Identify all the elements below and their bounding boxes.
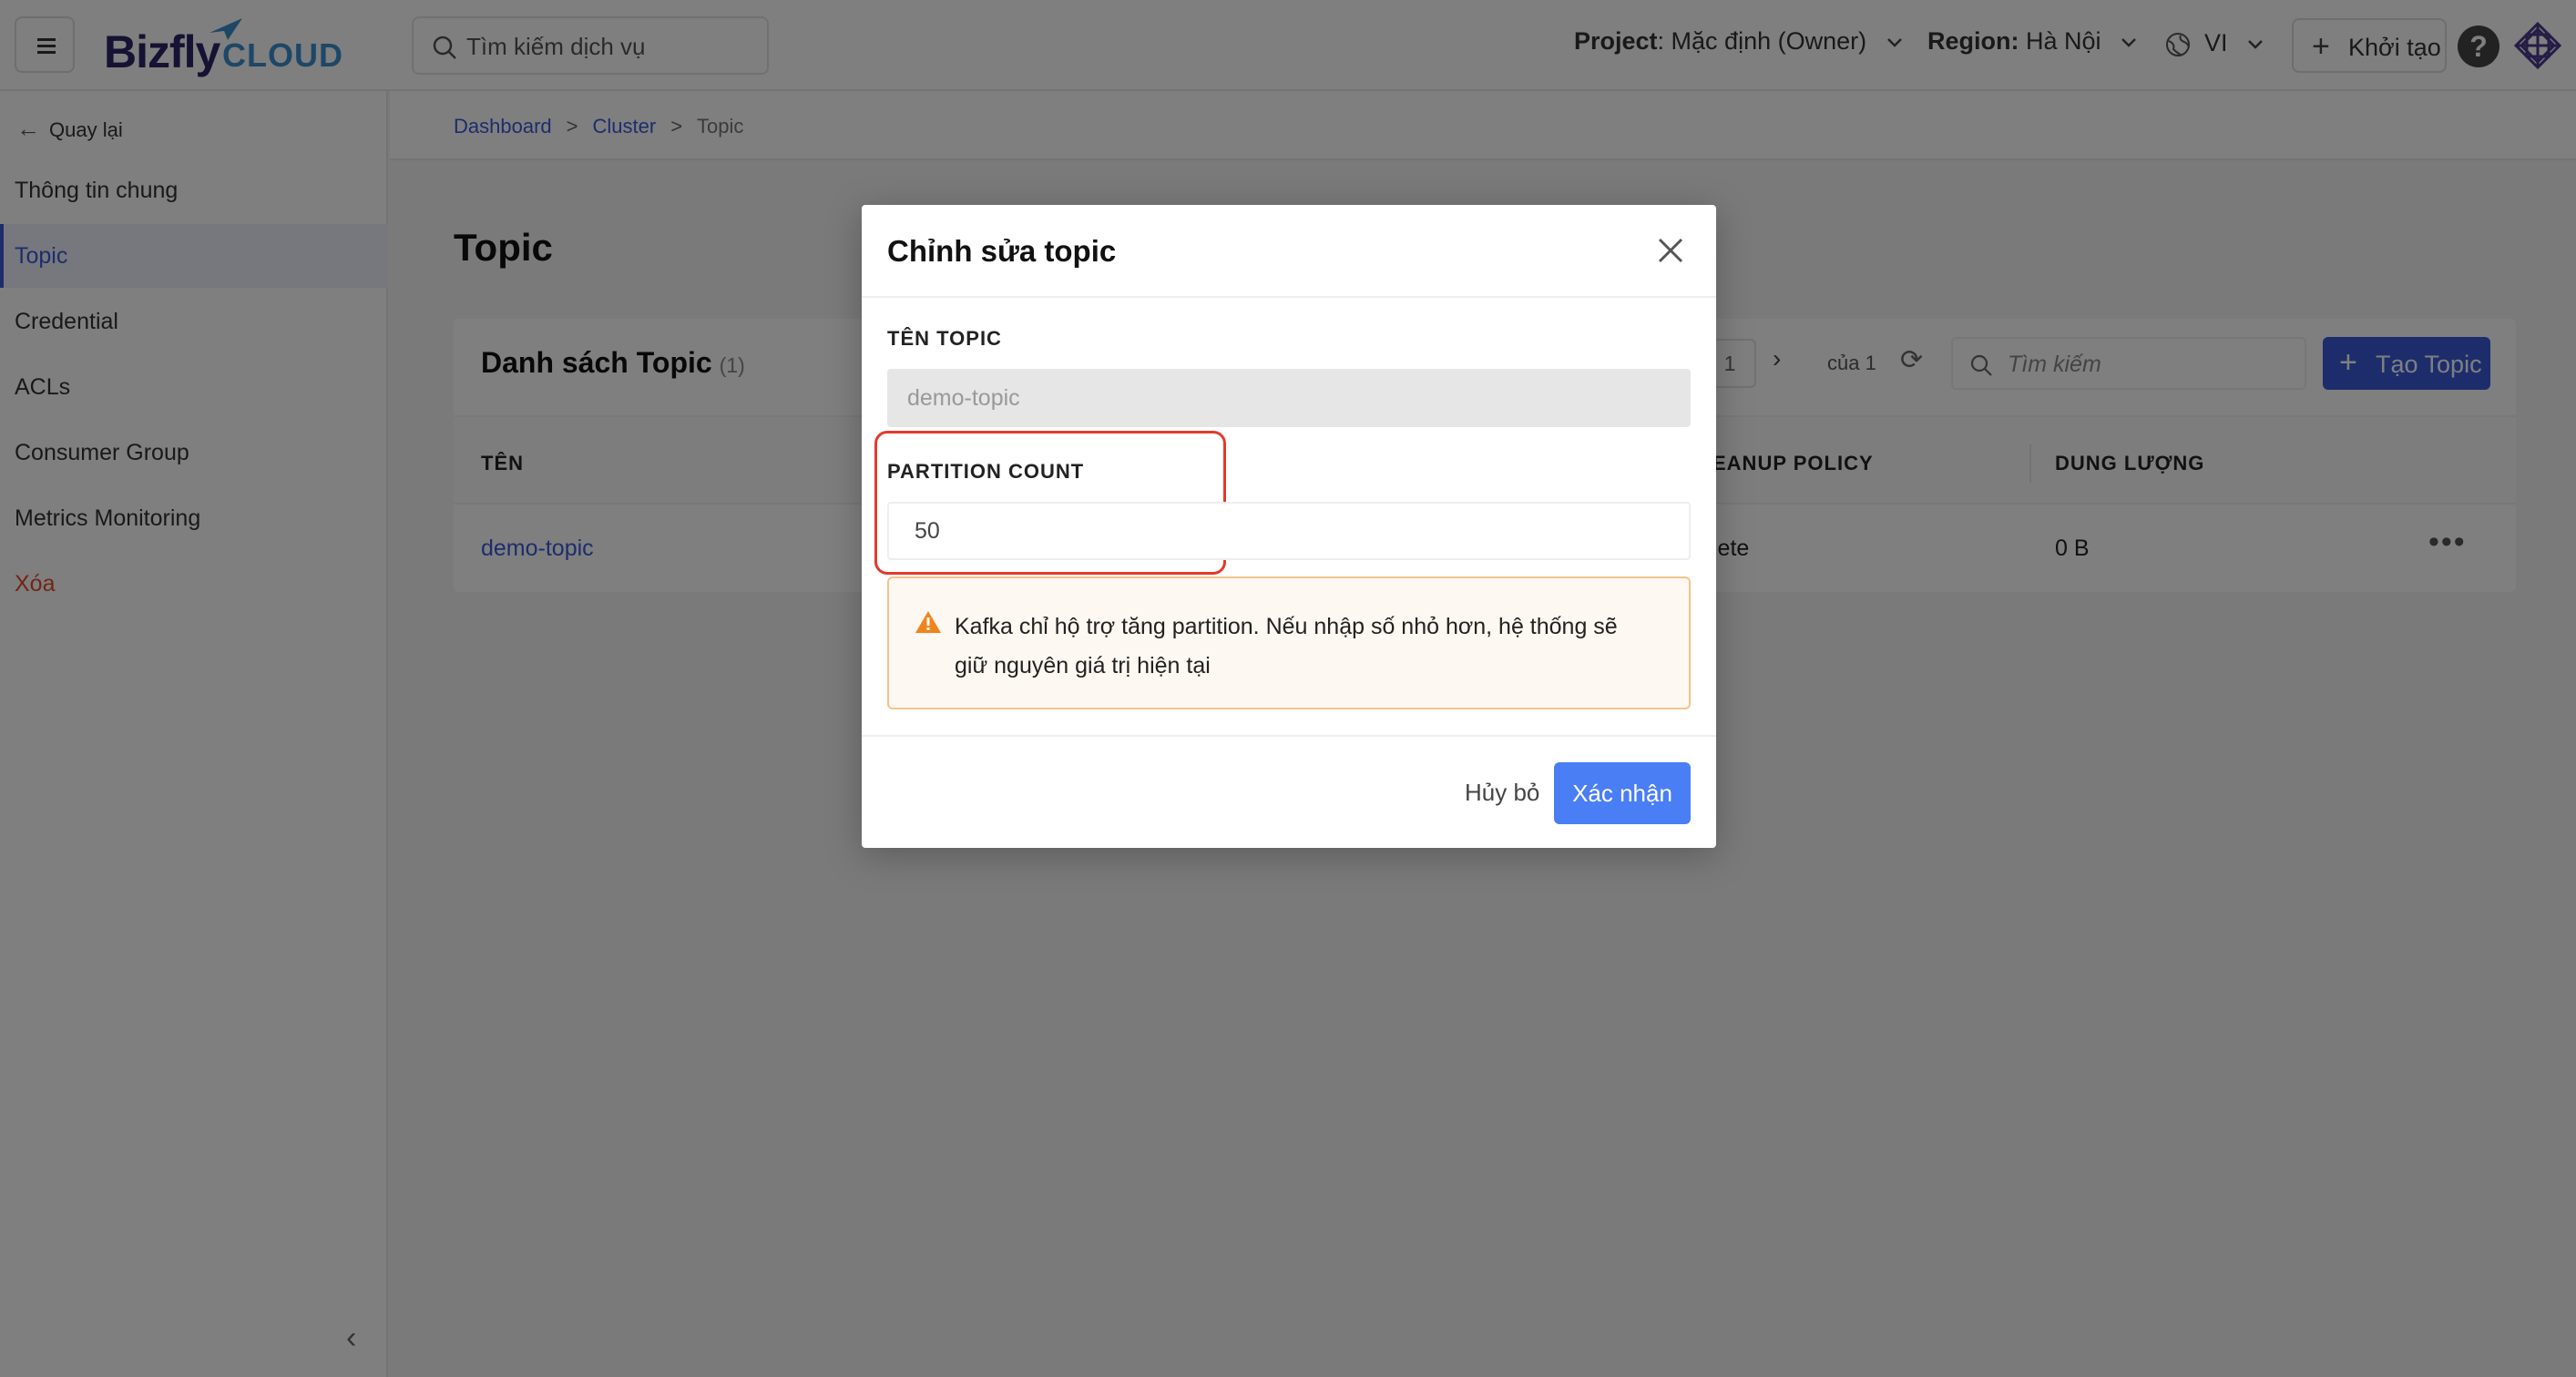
partition-count-label: PARTITION COUNT [887, 460, 1085, 483]
edit-topic-modal: Chỉnh sửa topic TÊN TOPIC PARTITION COUN… [862, 205, 1716, 848]
app-root: Bizfly CLOUD Project: Mặc định (Owner) R… [0, 0, 2576, 1377]
confirm-button[interactable]: Xác nhận [1554, 762, 1691, 824]
modal-header: Chỉnh sửa topic [862, 205, 1716, 298]
warning-message: Kafka chỉ hộ trợ tăng partition. Nếu nhậ… [955, 614, 1618, 678]
topic-name-field [887, 369, 1691, 427]
partition-count-field[interactable] [887, 502, 1691, 560]
close-icon[interactable] [1652, 232, 1689, 269]
modal-footer-divider [862, 735, 1716, 737]
cancel-button[interactable]: Hủy bỏ [1465, 779, 1539, 807]
partition-warning: Kafka chỉ hộ trợ tăng partition. Nếu nhậ… [887, 576, 1691, 709]
modal-title: Chỉnh sửa topic [887, 234, 1117, 268]
topic-name-label: TÊN TOPIC [887, 327, 1002, 350]
warning-icon [915, 611, 941, 633]
